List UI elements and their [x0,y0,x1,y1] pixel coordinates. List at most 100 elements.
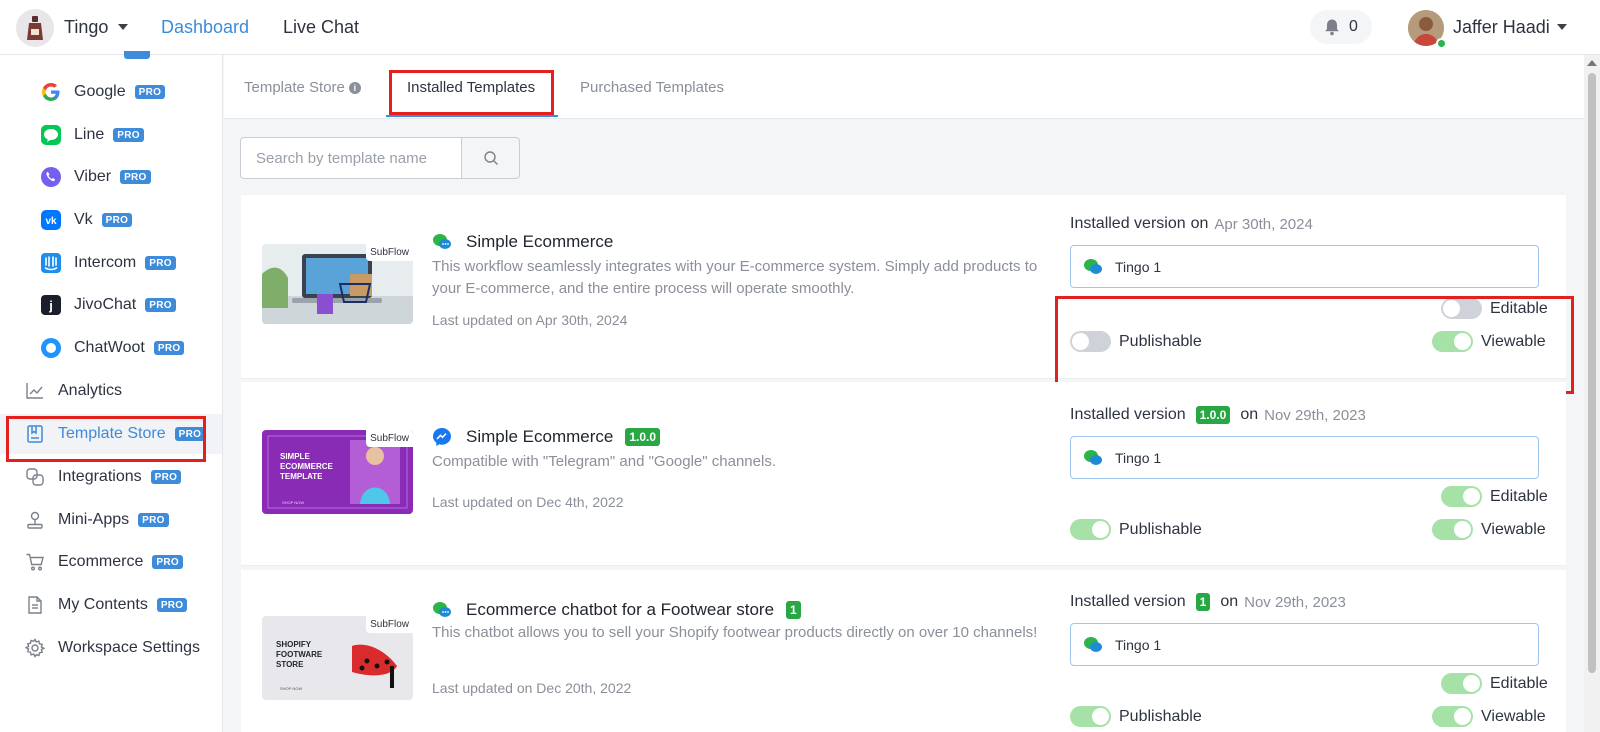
editable-toggle-row[interactable]: Editable [1441,673,1548,694]
sidebar-item-label: Workspace Settings [58,639,200,656]
viewable-toggle[interactable] [1432,519,1473,540]
sidebar-item-integrations[interactable]: Integrations PRO [0,457,222,497]
chat-bubbles-icon [1083,634,1105,656]
publishable-label: Publishable [1119,707,1202,725]
chat-bubbles-icon [432,600,452,620]
sidebar-item-viber[interactable]: Viber PRO [0,157,222,197]
integrations-icon [24,466,46,488]
template-last-updated: Last updated on Dec 20th, 2022 [432,680,632,696]
installed-version-label: Installed version [1070,406,1186,423]
info-icon[interactable]: i [348,82,361,94]
sidebar-item-analytics[interactable]: Analytics [0,371,222,411]
pro-badge: PRO [153,341,185,355]
template-title-row: Ecommerce chatbot for a Footwear store 1 [432,600,801,620]
editable-toggle[interactable] [1441,673,1482,694]
template-title[interactable]: Simple Ecommerce [466,232,613,252]
notifications-button[interactable]: 0 [1310,10,1372,44]
intercom-icon [40,252,62,274]
pro-badge: PRO [101,213,133,227]
viewable-toggle-row[interactable]: Viewable [1432,519,1546,540]
publishable-toggle-row[interactable]: Publishable [1070,519,1202,540]
thumbnail-caption: SIMPLE ECOMMERCE TEMPLATE [280,452,333,481]
scroll-up-arrow-icon[interactable] [1587,60,1597,66]
tab-label: Template Store [244,79,345,96]
viber-icon [40,166,62,188]
workspace-name[interactable]: Tingo [64,17,108,38]
pro-badge: PRO [152,555,183,569]
sidebar-item-my-contents[interactable]: My Contents PRO [0,585,222,625]
installed-on-label: on [1220,593,1239,610]
pro-badge: PRO [145,298,176,312]
gear-icon [24,637,46,659]
workspace-chevron-down-icon[interactable] [118,24,128,30]
template-last-updated: Last updated on Apr 30th, 2024 [432,312,628,328]
template-thumbnail[interactable]: SHOP NOW SIMPLE ECOMMERCE TEMPLATE SubFl… [262,430,413,514]
line-icon [40,124,62,146]
subflow-label: SubFlow [366,616,413,633]
installed-date: Apr 30th, 2024 [1214,215,1313,233]
thumbnail-caption: SHOPIFY FOOTWARE STORE [276,640,323,669]
nav-live-chat[interactable]: Live Chat [283,17,359,38]
template-thumbnail[interactable]: SubFlow [262,244,413,324]
workspace-select[interactable]: Tingo 1 [1070,623,1539,666]
pro-badge: PRO [150,470,182,484]
template-thumbnail[interactable]: SHOP NOW SHOPIFY FOOTWARE STORE SubFlow [262,616,413,700]
workspace-select[interactable]: Tingo 1 [1070,436,1539,479]
notification-count: 0 [1349,18,1358,35]
sidebar-item-label: Google [74,83,126,100]
sidebar-item-label: Vk [74,211,93,228]
publishable-toggle-row[interactable]: Publishable [1070,706,1202,727]
scrollbar-thumb[interactable] [1588,73,1596,673]
installed-version-badge: 1.0.0 [1195,406,1231,424]
sidebar-item-workspace-settings[interactable]: Workspace Settings [0,628,222,668]
publishable-toggle[interactable] [1070,519,1111,540]
user-chevron-down-icon[interactable] [1557,24,1567,30]
editable-toggle[interactable] [1441,486,1482,507]
editable-toggle-row[interactable]: Editable [1441,486,1548,507]
search-input[interactable] [240,137,462,179]
sidebar-item-mini-apps[interactable]: Mini-Apps PRO [0,500,222,540]
pro-badge: PRO [134,85,166,99]
sidebar-item-intercom[interactable]: Intercom PRO [0,243,222,283]
sidebar-item-line[interactable]: Line PRO [0,115,222,155]
sidebar-item-ecommerce[interactable]: Ecommerce PRO [0,542,222,582]
viewable-toggle-row[interactable]: Viewable [1432,706,1546,727]
sidebar-item-vk[interactable]: vk Vk PRO [0,200,222,240]
chat-bubbles-icon [1083,447,1105,469]
installed-version-label: Installed version [1070,215,1186,232]
installed-date: Nov 29th, 2023 [1244,593,1346,611]
template-title[interactable]: Simple Ecommerce [466,427,613,447]
cart-icon [24,551,46,573]
active-tab-indicator [386,115,558,117]
user-name[interactable]: Jaffer Haadi [1453,17,1550,38]
workspace-avatar[interactable] [16,9,54,47]
installed-version-row: Installed version 1 on Nov 29th, 2023 [1070,593,1346,611]
sidebar-item-chatwoot[interactable]: ChatWoot PRO [0,328,222,368]
page-scrollbar[interactable] [1584,55,1600,732]
viewable-toggle[interactable] [1432,706,1473,727]
pro-badge: PRO [145,256,176,270]
sidebar-item-google[interactable]: Google PRO [0,72,222,112]
template-description: This chatbot allows you to sell your Sho… [432,624,1038,641]
publishable-toggle[interactable] [1070,706,1111,727]
svg-text:vk: vk [45,216,57,227]
sidebar-item-jivochat[interactable]: j JivoChat PRO [0,285,222,325]
sidebar-item-label: JivoChat [74,296,137,313]
sidebar-item-label: Integrations [58,468,142,485]
tab-purchased-templates[interactable]: Purchased Templates [580,79,724,96]
pro-badge-clipped [124,51,150,59]
tab-template-store[interactable]: Template Store i [244,79,361,96]
search-button[interactable] [461,137,520,179]
svg-text:SHOP NOW: SHOP NOW [280,686,302,691]
sidebar-item-label: Intercom [74,254,137,271]
template-card: SHOP NOW SHOPIFY FOOTWARE STORE SubFlow … [241,570,1566,732]
workspace-name: Tingo 1 [1115,636,1162,653]
mini-apps-icon [24,509,46,531]
template-description: This workflow seamlessly integrates with… [432,258,1038,297]
nav-dashboard[interactable]: Dashboard [161,17,249,38]
sidebar-item-label: Viber [74,168,112,185]
top-bar: Tingo Dashboard Live Chat 0 Jaffer Haadi [0,0,1600,55]
template-title[interactable]: Ecommerce chatbot for a Footwear store [466,600,774,620]
installed-version-label: Installed version [1070,593,1186,610]
workspace-select[interactable]: Tingo 1 [1070,245,1539,288]
